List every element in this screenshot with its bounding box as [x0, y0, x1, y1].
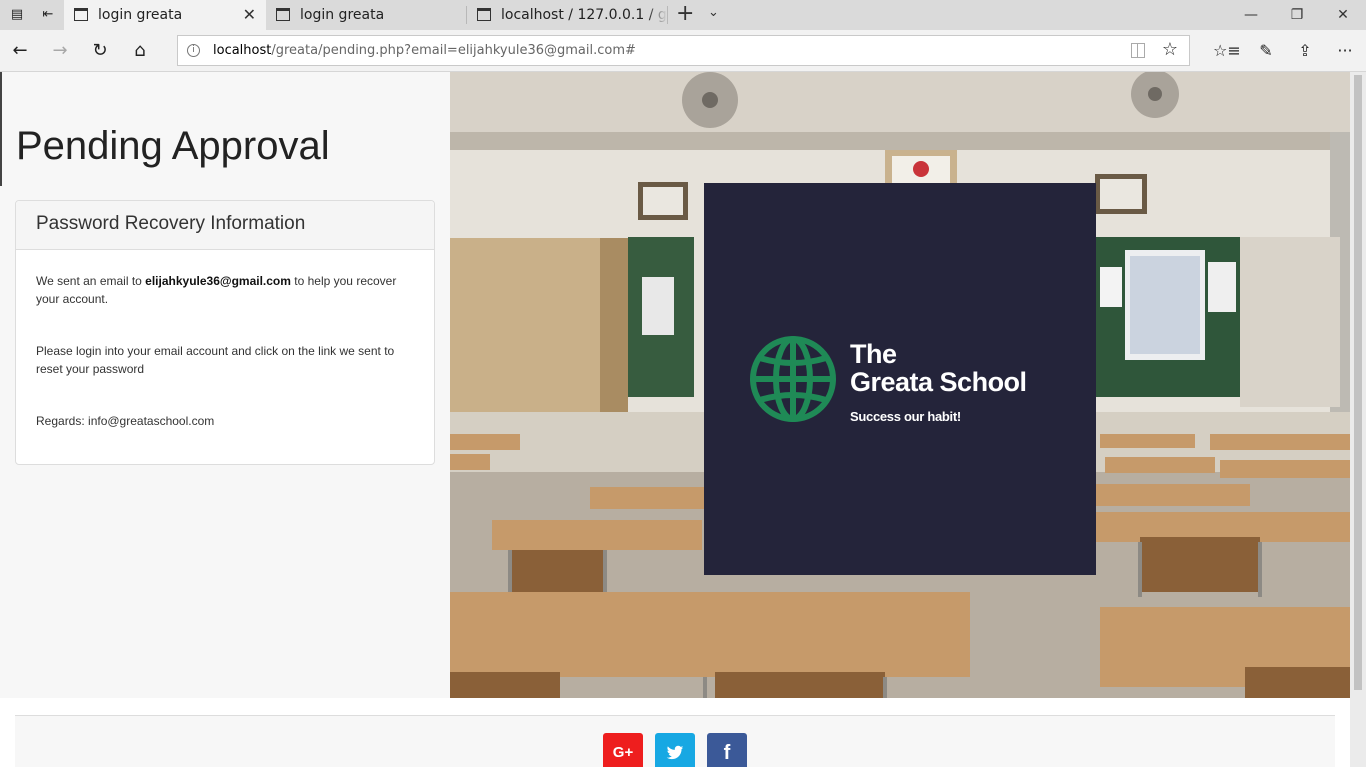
close-tab-icon[interactable]: ✕ — [243, 0, 256, 30]
close-window-icon[interactable]: ✕ — [1320, 0, 1366, 30]
recovery-message: We sent an email to elijahkyule36@gmail.… — [36, 272, 414, 308]
page-icon — [74, 8, 88, 21]
brand-line-2: Greata School — [850, 367, 1027, 397]
page-icon — [276, 8, 290, 21]
address-bar[interactable]: i localhost/greata/pending.php?email=eli… — [177, 35, 1190, 66]
recipient-email: elijahkyule36@gmail.com — [145, 274, 291, 288]
navigation-bar: ← → ↻ ⌂ i localhost/greata/pending.php?e… — [0, 30, 1366, 72]
vertical-scrollbar[interactable] — [1350, 72, 1366, 767]
tab-separator — [667, 6, 668, 24]
more-icon[interactable]: ··· — [1332, 38, 1358, 64]
card-body: We sent an email to elijahkyule36@gmail.… — [16, 250, 434, 430]
card-header: Password Recovery Information — [16, 201, 434, 250]
favorite-star-icon[interactable]: ☆ — [1162, 38, 1178, 62]
tab-title: localhost / 127.0.0.1 / greata — [501, 7, 667, 23]
url-text[interactable]: localhost/greata/pending.php?email=elija… — [213, 36, 636, 65]
minimize-icon[interactable]: — — [1228, 0, 1274, 30]
set-aside-tabs-icon[interactable]: ⇤ — [40, 7, 56, 23]
greata-school-logo: The Greata School Success our habit! — [704, 183, 1096, 575]
twitter-button[interactable] — [655, 733, 695, 767]
home-icon[interactable]: ⌂ — [126, 38, 154, 64]
back-icon[interactable]: ← — [6, 38, 34, 64]
url-path: /greata/pending.php?email=elijahkyule36@… — [271, 43, 636, 58]
google-plus-button[interactable]: G+ — [603, 733, 643, 767]
brand-tagline: Success our habit! — [850, 409, 961, 424]
tab-actions-icon[interactable]: ▤ — [9, 7, 25, 23]
page-title: Pending Approval — [16, 124, 330, 168]
login-instruction: Please login into your email account and… — [36, 344, 395, 376]
page-icon — [477, 8, 491, 21]
refresh-icon[interactable]: ↻ — [86, 38, 114, 64]
reading-view-icon[interactable] — [1131, 43, 1145, 58]
scrollbar-thumb[interactable] — [1354, 75, 1362, 690]
page-viewport: Pending Approval Password Recovery Infor… — [0, 72, 1350, 767]
classroom-hero-image: The Greata School Success our habit! — [450, 72, 1350, 698]
tab-title: login greata — [300, 7, 385, 23]
footer: G+ f — [15, 715, 1335, 767]
brand-line-1: The — [850, 339, 897, 369]
chevron-down-icon[interactable]: ⌄ — [708, 5, 719, 20]
share-icon[interactable]: ⇪ — [1292, 38, 1318, 64]
maximize-icon[interactable]: ❐ — [1274, 0, 1320, 30]
tab-login-greata[interactable]: login greata — [266, 0, 466, 30]
twitter-bird-icon — [666, 745, 684, 760]
favorites-hub-icon[interactable]: ☆≡ — [1213, 38, 1241, 64]
new-tab-icon[interactable]: + — [676, 2, 694, 26]
panel-edge — [0, 72, 2, 186]
regards-line: Regards: info@greataschool.com — [36, 414, 215, 428]
tab-strip: ▤ ⇤ login greata ✕ login greata localhos… — [0, 0, 1366, 30]
facebook-button[interactable]: f — [707, 733, 747, 767]
web-notes-icon[interactable]: ✎ — [1253, 38, 1279, 64]
password-recovery-card: Password Recovery Information We sent an… — [15, 200, 435, 465]
brand-name: The Greata School — [850, 340, 1027, 396]
left-panel: Pending Approval Password Recovery Infor… — [0, 72, 450, 698]
forward-icon[interactable]: → — [46, 38, 74, 64]
tab-login-greata-active[interactable]: login greata ✕ — [64, 0, 266, 30]
tab-phpmyadmin[interactable]: localhost / 127.0.0.1 / greata — [467, 0, 667, 30]
message-prefix: We sent an email to — [36, 274, 146, 288]
tab-title-fade — [647, 0, 667, 30]
globe-icon — [750, 336, 836, 422]
url-host: localhost — [213, 43, 272, 58]
site-info-icon[interactable]: i — [187, 44, 200, 57]
tab-title: login greata — [98, 7, 183, 23]
